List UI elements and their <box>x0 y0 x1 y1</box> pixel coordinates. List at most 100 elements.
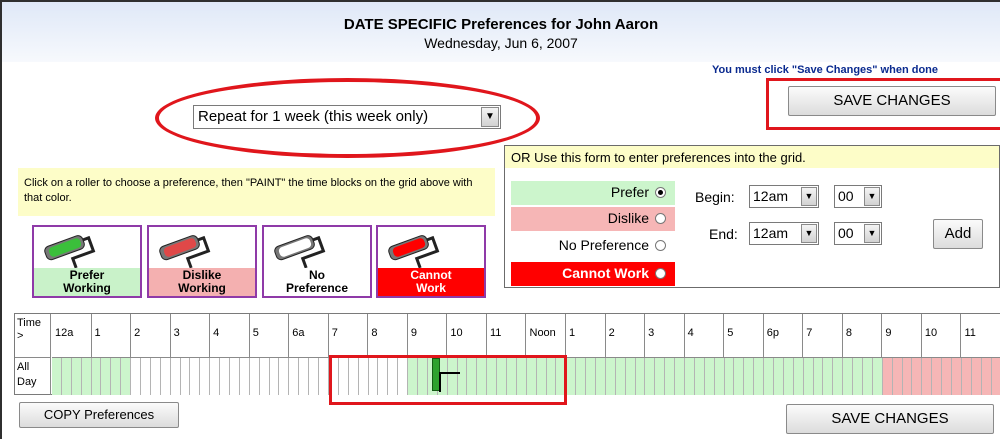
time-block[interactable] <box>833 358 844 395</box>
option-dislike[interactable]: Dislike <box>511 207 675 231</box>
save-changes-button-bottom[interactable]: SAVE CHANGES <box>786 404 994 434</box>
time-block[interactable] <box>239 358 250 395</box>
time-block[interactable] <box>180 358 191 395</box>
time-block[interactable] <box>121 358 132 395</box>
time-block[interactable] <box>863 358 873 395</box>
time-block[interactable] <box>813 358 824 395</box>
time-block[interactable] <box>971 358 982 395</box>
option-cannot-work[interactable]: Cannot Work <box>511 262 675 286</box>
time-block[interactable] <box>932 358 943 395</box>
time-block[interactable] <box>714 358 725 395</box>
time-block[interactable] <box>665 358 676 395</box>
chevron-down-icon[interactable]: ▼ <box>864 224 880 243</box>
time-block[interactable] <box>961 358 972 395</box>
time-block[interactable] <box>892 358 903 395</box>
time-block[interactable] <box>299 358 310 395</box>
time-block[interactable] <box>210 358 221 395</box>
add-button[interactable]: Add <box>933 219 983 249</box>
chevron-down-icon[interactable]: ▼ <box>864 187 880 206</box>
time-block[interactable] <box>694 358 705 395</box>
time-block[interactable] <box>101 358 112 395</box>
time-block[interactable] <box>150 358 161 395</box>
time-block[interactable] <box>843 358 854 395</box>
end-hour-select[interactable]: 12am ▼ <box>749 222 819 245</box>
time-block[interactable] <box>981 358 992 395</box>
time-block[interactable] <box>141 358 151 395</box>
time-block[interactable] <box>576 358 587 395</box>
time-block[interactable] <box>605 358 616 395</box>
time-block[interactable] <box>675 358 685 395</box>
paint-roller-icon <box>44 235 96 269</box>
time-block[interactable] <box>952 358 962 395</box>
time-block[interactable] <box>279 358 290 395</box>
time-block[interactable] <box>81 358 92 395</box>
time-block[interactable] <box>319 358 329 395</box>
copy-preferences-button[interactable]: COPY Preferences <box>19 402 179 428</box>
time-block[interactable] <box>190 358 201 395</box>
time-block[interactable] <box>170 358 181 395</box>
time-block[interactable] <box>71 358 82 395</box>
chevron-down-icon[interactable]: ▼ <box>801 224 817 243</box>
time-block[interactable] <box>309 358 320 395</box>
time-block[interactable] <box>259 358 270 395</box>
time-block[interactable] <box>566 358 577 395</box>
time-block[interactable] <box>872 358 883 395</box>
time-block[interactable] <box>912 358 923 395</box>
time-block[interactable] <box>991 358 1000 395</box>
time-block[interactable] <box>942 358 953 395</box>
time-block[interactable] <box>853 358 864 395</box>
roller-dislike-working[interactable]: Dislike Working <box>147 225 257 298</box>
time-block[interactable] <box>595 358 606 395</box>
time-block[interactable] <box>922 358 933 395</box>
time-block[interactable] <box>91 358 102 395</box>
chevron-down-icon[interactable]: ▼ <box>801 187 817 206</box>
time-block[interactable] <box>803 358 814 395</box>
roller-cannot-work[interactable]: Cannot Work <box>376 225 486 298</box>
option-prefer[interactable]: Prefer <box>511 181 675 205</box>
time-block[interactable] <box>52 358 62 395</box>
time-block[interactable] <box>774 358 784 395</box>
time-block[interactable] <box>220 358 231 395</box>
time-block[interactable] <box>249 358 260 395</box>
save-changes-button-top[interactable]: SAVE CHANGES <box>788 86 996 116</box>
hour-header-cell: 12a <box>52 314 92 357</box>
time-block[interactable] <box>764 358 775 395</box>
roller-no-preference[interactable]: No Preference <box>262 225 372 298</box>
time-block[interactable] <box>744 358 755 395</box>
time-block[interactable] <box>734 358 745 395</box>
repeat-select[interactable]: Repeat for 1 week (this week only) ▼ <box>193 105 501 129</box>
time-block[interactable] <box>289 358 300 395</box>
time-block[interactable] <box>655 358 666 395</box>
end-minute-select[interactable]: 00 ▼ <box>834 222 882 245</box>
begin-hour-select[interactable]: 12am ▼ <box>749 185 819 208</box>
time-block[interactable] <box>902 358 913 395</box>
begin-minute-select[interactable]: 00 ▼ <box>834 185 882 208</box>
radio-dislike[interactable] <box>655 213 666 224</box>
time-block[interactable] <box>793 358 804 395</box>
time-block[interactable] <box>882 358 893 395</box>
time-block[interactable] <box>783 358 794 395</box>
time-block[interactable] <box>645 358 656 395</box>
radio-prefer[interactable] <box>655 187 666 198</box>
time-block[interactable] <box>615 358 626 395</box>
time-block[interactable] <box>625 358 636 395</box>
time-block[interactable] <box>61 358 72 395</box>
option-no-preference[interactable]: No Preference <box>511 234 675 258</box>
time-block[interactable] <box>724 358 735 395</box>
time-block[interactable] <box>269 358 280 395</box>
time-block[interactable] <box>754 358 765 395</box>
time-block[interactable] <box>200 358 211 395</box>
radio-no-preference[interactable] <box>655 240 666 251</box>
chevron-down-icon[interactable]: ▼ <box>481 107 499 127</box>
time-block[interactable] <box>823 358 834 395</box>
time-block[interactable] <box>685 358 695 395</box>
time-block[interactable] <box>635 358 646 395</box>
roller-prefer-working[interactable]: Prefer Working <box>32 225 142 298</box>
time-block[interactable] <box>230 358 240 395</box>
time-block[interactable] <box>160 358 171 395</box>
radio-cannot-work[interactable] <box>655 268 666 279</box>
time-block[interactable] <box>131 358 142 395</box>
time-block[interactable] <box>704 358 715 395</box>
time-block[interactable] <box>586 358 596 395</box>
time-block[interactable] <box>111 358 122 395</box>
